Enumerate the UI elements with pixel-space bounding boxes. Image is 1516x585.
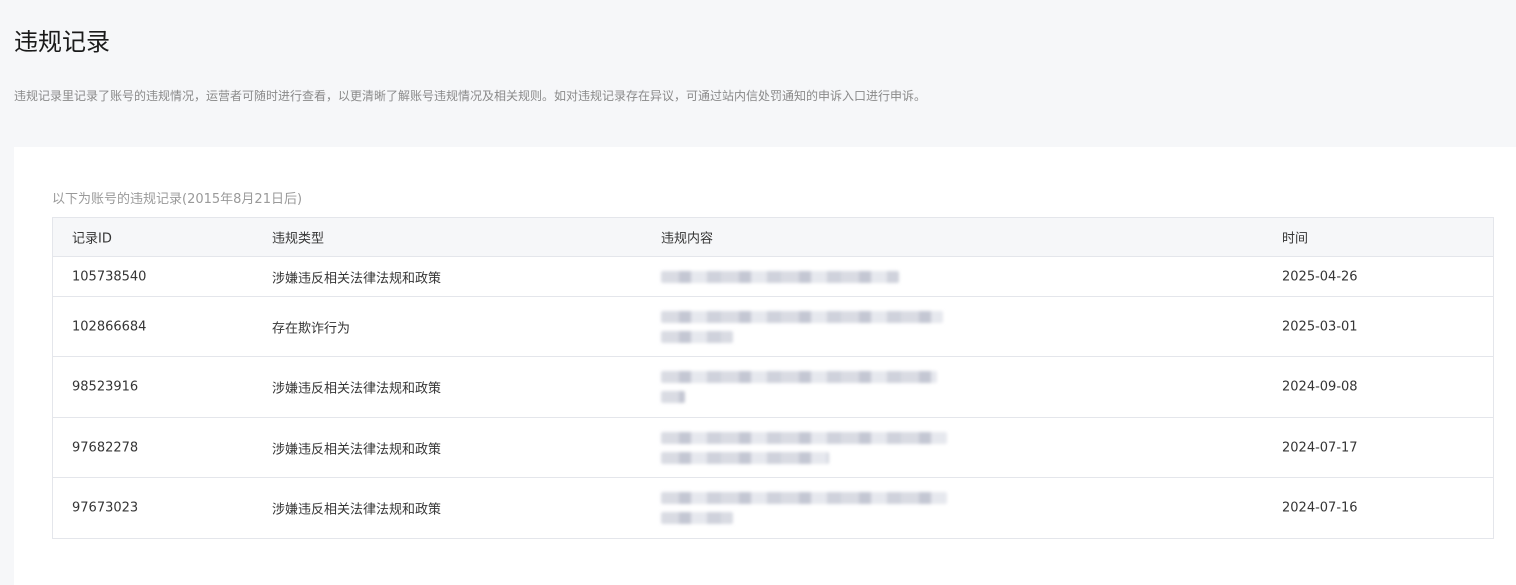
violation-type: 涉嫌违反相关法律法规和政策 xyxy=(272,502,442,518)
record-id: 97673023 xyxy=(72,500,139,516)
table-row: 102866684 存在欺诈行为 2025-03-01 xyxy=(53,297,1493,357)
violation-type: 涉嫌违反相关法律法规和政策 xyxy=(272,271,442,286)
record-time: 2025-03-01 xyxy=(1282,319,1358,334)
redacted-content xyxy=(661,492,947,524)
table-row: 97673023 涉嫌违反相关法律法规和政策 2024-07-16 xyxy=(53,478,1493,538)
violation-type: 涉嫌违反相关法律法规和政策 xyxy=(272,381,442,397)
record-time: 2024-07-16 xyxy=(1282,500,1358,516)
table-row: 98523916 涉嫌违反相关法律法规和政策 2024-09-08 xyxy=(53,357,1493,418)
table-header: 记录ID 违规类型 违规内容 时间 xyxy=(53,218,1493,257)
violation-table: 记录ID 违规类型 违规内容 时间 105738540 涉嫌违反相关法律法规和政… xyxy=(52,217,1494,539)
header-record-id: 记录ID xyxy=(72,231,112,247)
redacted-content xyxy=(661,310,943,343)
header-violation-content: 违规内容 xyxy=(661,231,714,247)
record-id: 102866684 xyxy=(72,319,147,334)
record-id: 98523916 xyxy=(72,379,139,395)
page-description: 违规记录里记录了账号的违规情况，运营者可随时进行查看，以更清晰了解账号违规情况及… xyxy=(14,89,927,103)
header-violation-type: 违规类型 xyxy=(272,231,325,247)
violation-records-card: 以下为账号的违规记录(2015年8月21日后) 记录ID 违规类型 违规内容 时… xyxy=(14,147,1516,585)
redacted-content xyxy=(661,371,937,403)
record-time: 2024-07-17 xyxy=(1282,440,1358,455)
violation-type: 存在欺诈行为 xyxy=(272,321,351,336)
redacted-content xyxy=(661,431,947,464)
violation-type: 涉嫌违反相关法律法规和政策 xyxy=(272,442,442,457)
redacted-content xyxy=(661,270,899,283)
records-caption: 以下为账号的违规记录(2015年8月21日后) xyxy=(52,192,303,207)
record-time: 2025-04-26 xyxy=(1282,269,1358,284)
record-id: 97682278 xyxy=(72,440,139,455)
record-time: 2024-09-08 xyxy=(1282,379,1358,395)
header-time: 时间 xyxy=(1282,231,1309,247)
table-row: 97682278 涉嫌违反相关法律法规和政策 2024-07-17 xyxy=(53,418,1493,478)
table-row: 105738540 涉嫌违反相关法律法规和政策 2025-04-26 xyxy=(53,257,1493,297)
page-title: 违规记录 xyxy=(14,28,110,56)
record-id: 105738540 xyxy=(72,269,147,284)
